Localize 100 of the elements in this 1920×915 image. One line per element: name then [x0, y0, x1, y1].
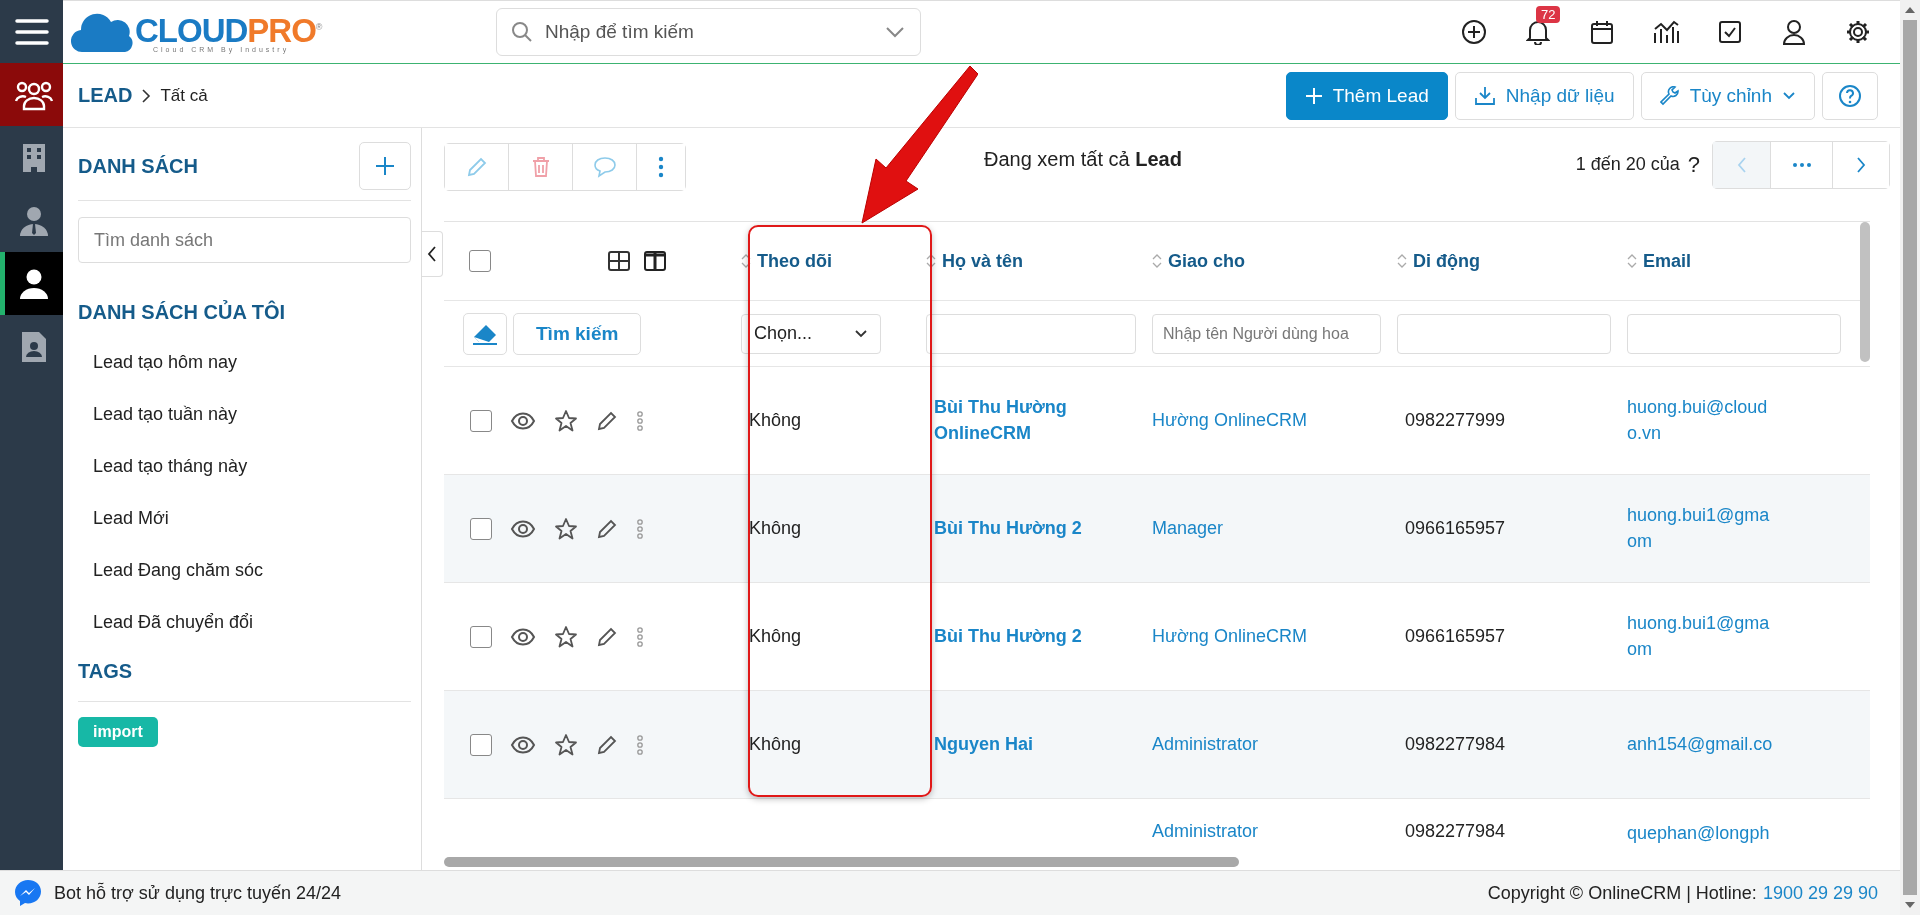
customize-button[interactable]: Tùy chỉnh — [1640, 71, 1815, 120]
eye-icon[interactable] — [510, 410, 536, 431]
list-item[interactable]: Lead Đang chăm sóc — [78, 544, 411, 596]
grid-icon[interactable] — [607, 250, 631, 272]
eye-icon[interactable] — [510, 518, 536, 539]
pencil-icon[interactable] — [596, 733, 618, 756]
pencil-icon[interactable] — [596, 517, 618, 540]
search-button[interactable]: Tìm kiếm — [513, 312, 642, 355]
chevron-right-icon — [1855, 155, 1867, 174]
select-all-checkbox[interactable] — [469, 250, 491, 272]
assignee-link[interactable]: Administrator — [1152, 734, 1259, 755]
sort-icon[interactable] — [926, 253, 936, 269]
plus-icon — [375, 156, 395, 176]
hotline-link[interactable]: 1900 29 29 90 — [1762, 882, 1878, 904]
messenger-icon[interactable] — [14, 879, 42, 907]
chevron-right-icon — [140, 87, 153, 104]
clear-filter-button[interactable] — [463, 312, 507, 355]
column-header[interactable]: Giao cho — [1168, 250, 1245, 272]
collapse-button[interactable] — [422, 231, 443, 277]
filter-field[interactable] — [1397, 313, 1611, 354]
more-icon[interactable] — [636, 409, 644, 432]
add-lead-button[interactable]: Thêm Lead — [1285, 71, 1448, 120]
more-icon[interactable] — [636, 517, 644, 540]
filter-field[interactable]: Nhập tên Người dùng hoa — [1152, 313, 1381, 354]
notification-badge: 72 — [1536, 6, 1561, 23]
table-cell-text: 0966165957 — [1404, 626, 1506, 647]
star-icon[interactable] — [554, 732, 578, 757]
view-summary: Đang xem tất cả Lead — [984, 148, 1182, 171]
star-icon[interactable] — [554, 408, 578, 433]
scrollbar[interactable] — [444, 857, 1239, 867]
settings-icon — [1845, 19, 1871, 45]
menu-icon — [14, 17, 49, 46]
table-cell-text: Không — [748, 518, 802, 539]
filter-field[interactable] — [926, 313, 1136, 354]
scrollbar[interactable] — [1903, 20, 1917, 895]
checkbox-icon — [1718, 20, 1742, 44]
chevron-down-icon — [854, 328, 868, 339]
lead-name-link[interactable]: Bùi Thu Hường 2 — [926, 623, 1082, 650]
eye-icon[interactable] — [510, 734, 536, 755]
filter-field[interactable] — [1627, 313, 1841, 354]
list-item[interactable]: Lead Đã chuyển đổi — [78, 596, 411, 648]
email-link[interactable]: quephan@longph — [1627, 821, 1770, 847]
star-icon[interactable] — [554, 516, 578, 541]
eye-icon[interactable] — [510, 626, 536, 647]
help-button[interactable] — [1822, 71, 1878, 120]
row-checkbox[interactable] — [470, 733, 492, 756]
plus-icon — [1304, 86, 1323, 105]
row-checkbox[interactable] — [470, 517, 492, 540]
table-cell-text: Không — [748, 734, 802, 755]
breadcrumb-current: Tất cả — [160, 85, 208, 106]
chart-icon — [1652, 19, 1680, 45]
assignee-link[interactable]: Manager — [1152, 518, 1224, 539]
list-item[interactable]: Lead tạo tháng này — [78, 440, 411, 492]
assignee-link[interactable]: Administrator — [1152, 821, 1259, 842]
row-checkbox[interactable] — [470, 409, 492, 432]
filter-dropdown[interactable]: Chọn... — [741, 313, 881, 354]
table-cell-text: 0982277999 — [1404, 410, 1506, 431]
list-item[interactable]: Lead tạo tuần này — [78, 388, 411, 440]
rail-item[interactable] — [0, 252, 63, 315]
pencil-icon[interactable] — [596, 625, 618, 648]
scrollbar[interactable] — [1860, 222, 1870, 362]
column-header[interactable]: Email — [1643, 250, 1692, 272]
support-bot-text[interactable]: Bot hỗ trợ sử dụng trực tuyến 24/24 — [54, 882, 342, 904]
column-header[interactable]: Di động — [1413, 250, 1480, 272]
more-icon[interactable] — [636, 625, 644, 648]
column-header[interactable]: Theo dõi — [757, 250, 832, 272]
list-item[interactable]: Lead tạo hôm nay — [78, 336, 411, 388]
building-icon — [22, 142, 46, 173]
lead-name-link[interactable]: Nguyen Hai — [926, 731, 1034, 758]
scroll-down-icon[interactable] — [1904, 901, 1916, 909]
scroll-up-icon[interactable] — [1904, 6, 1916, 14]
list-search-field[interactable]: Tìm danh sách — [78, 217, 411, 263]
import-button[interactable]: Nhập dữ liệu — [1454, 71, 1634, 120]
more-icon[interactable] — [636, 733, 644, 756]
lead-name-link[interactable]: Bùi Thu Hường 2 — [926, 515, 1082, 542]
email-link[interactable]: huong.bui1@gma om — [1627, 611, 1770, 662]
email-link[interactable]: huong.bui@cloud o.vn — [1627, 395, 1768, 446]
lead-name-link[interactable]: Bùi Thu Hường OnlineCRM — [926, 395, 1067, 446]
person-icon — [18, 204, 50, 237]
columns-icon[interactable] — [643, 250, 667, 272]
add-list-button[interactable] — [359, 142, 411, 190]
breadcrumb-link[interactable]: LEAD — [78, 84, 133, 107]
email-link[interactable]: anh154@gmail.co — [1627, 731, 1773, 758]
assignee-link[interactable]: Hường OnlineCRM — [1152, 626, 1307, 647]
assignee-link[interactable]: Hường OnlineCRM — [1152, 410, 1307, 431]
chevron-down-icon — [1782, 90, 1796, 101]
search-field[interactable]: Nhập để tìm kiếm — [496, 8, 921, 56]
total-count[interactable]: ? — [1687, 151, 1700, 178]
email-link[interactable]: huong.bui1@gma om — [1627, 503, 1770, 554]
column-header[interactable]: Họ và tên — [942, 250, 1024, 272]
ellipsis-icon — [1791, 161, 1812, 168]
list-item[interactable]: Lead Mới — [78, 492, 411, 544]
row-checkbox[interactable] — [470, 625, 492, 648]
help-icon — [1838, 83, 1862, 108]
sort-icon[interactable] — [741, 253, 751, 269]
star-icon[interactable] — [554, 624, 578, 649]
logo-wordmark: CLOUDPRO$^{®}$ — [135, 11, 322, 46]
pencil-icon[interactable] — [596, 409, 618, 432]
tag[interactable]: import — [78, 717, 158, 747]
rail-item[interactable] — [0, 63, 63, 126]
